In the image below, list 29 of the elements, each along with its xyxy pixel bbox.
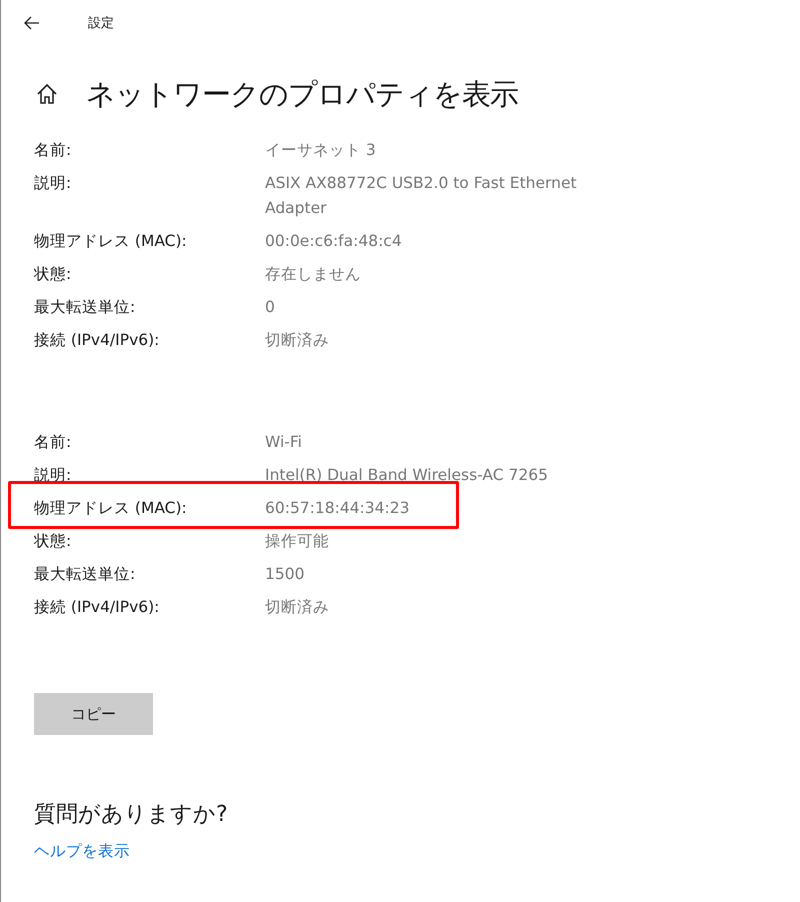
property-label: 最大転送単位: — [34, 564, 136, 585]
property-value: 0 — [265, 297, 276, 318]
property-value: 切断済み — [265, 330, 330, 351]
property-value: Intel(R) Dual Band Wireless-AC 7265 — [265, 465, 549, 486]
home-icon[interactable] — [36, 83, 58, 105]
page-title: ネットワークのプロパティを表示 — [86, 76, 518, 113]
property-label: 名前: — [34, 432, 72, 453]
property-label: 最大転送単位: — [34, 297, 136, 318]
property-label: 物理アドレス (MAC): — [34, 231, 188, 252]
property-value: ASIX AX88772C USB2.0 to Fast Ethernet Adapter — [265, 173, 578, 219]
property-label: 説明: — [34, 173, 72, 194]
help-link[interactable]: ヘルプを表示 — [34, 841, 130, 862]
property-label: 接続 (IPv4/IPv6): — [34, 330, 160, 351]
property-value: 00:0e:c6:fa:48:c4 — [265, 231, 403, 252]
property-label: 名前: — [34, 140, 72, 161]
window-title: 設定 — [88, 15, 114, 32]
property-value: 存在しません — [265, 264, 362, 285]
property-label: 状態: — [34, 264, 72, 285]
help-heading: 質問がありますか? — [34, 801, 229, 829]
property-label: 物理アドレス (MAC): — [34, 498, 188, 519]
property-label: 接続 (IPv4/IPv6): — [34, 597, 160, 618]
property-value: 切断済み — [265, 597, 330, 618]
copy-button[interactable]: コピー — [34, 693, 153, 735]
property-value: イーサネット 3 — [265, 140, 377, 161]
property-value: Wi-Fi — [265, 432, 303, 453]
property-value: 操作可能 — [265, 531, 330, 552]
property-label: 状態: — [34, 531, 72, 552]
property-value: 1500 — [265, 564, 306, 585]
property-value: 60:57:18:44:34:23 — [265, 498, 410, 519]
